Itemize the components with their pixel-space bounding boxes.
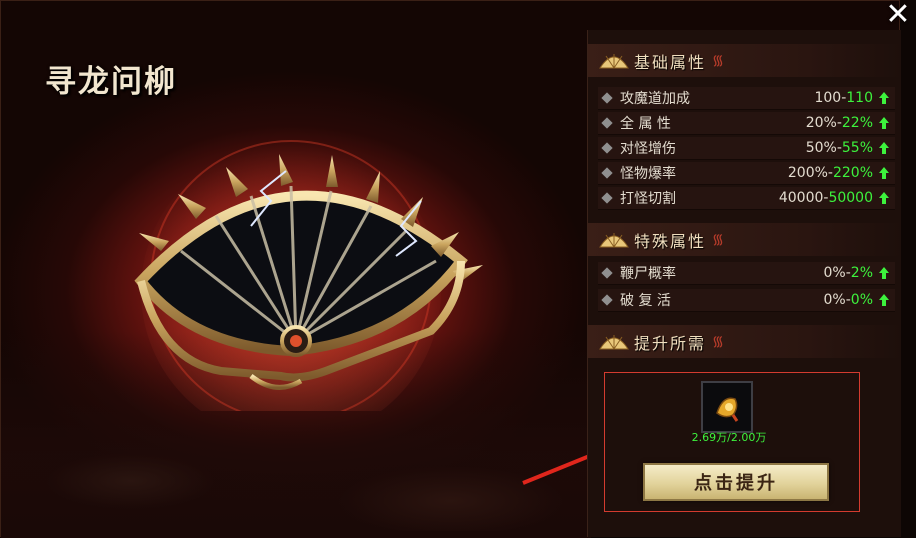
section-title: 基础属性 <box>634 52 707 72</box>
swirl-ornament-icon: ᯾ <box>712 232 724 248</box>
attribute-name: 对怪增伤 <box>620 141 676 157</box>
attribute-row: 鞭尸概率 0%-2% <box>598 262 895 285</box>
bullet-diamond-icon <box>601 267 613 279</box>
arrow-up-icon <box>877 294 891 306</box>
golden-token-item-icon <box>703 383 751 431</box>
requirement-highlight-box: 2.69万/2.00万 点击提升 <box>604 372 860 512</box>
bullet-diamond-icon <box>601 294 613 306</box>
requirements-header: 提升所需 ᯾ <box>588 325 901 358</box>
attribute-name: 全 属 性 <box>620 116 671 132</box>
attribute-row: 打怪切割 40000-50000 <box>598 187 895 210</box>
bullet-diamond-icon <box>601 142 613 154</box>
upgrade-button[interactable]: 点击提升 <box>643 463 829 501</box>
attribute-row: 破 复 活 0%-0% <box>598 289 895 312</box>
fan-icon <box>599 334 629 349</box>
close-button[interactable]: ✕ <box>880 0 916 32</box>
arrow-up-icon <box>877 142 891 154</box>
attribute-value: 20%-22% <box>805 115 873 131</box>
swirl-ornament-icon: ᯾ <box>712 53 724 69</box>
attribute-row: 怪物爆率 200%-220% <box>598 162 895 185</box>
attribute-name: 打怪切割 <box>620 191 676 207</box>
special-attributes-header: 特殊属性 ᯾ <box>588 223 901 256</box>
attribute-name: 鞭尸概率 <box>620 266 676 282</box>
base-attributes-header: 基础属性 ᯾ <box>588 44 901 77</box>
attribute-name: 怪物爆率 <box>620 166 676 182</box>
attribute-row: 攻魔道加成 100-110 <box>598 87 895 110</box>
arrow-up-icon <box>877 192 891 204</box>
attribute-value: 50%-55% <box>805 140 873 156</box>
attribute-name: 破 复 活 <box>620 293 671 309</box>
bullet-diamond-icon <box>601 117 613 129</box>
section-title: 提升所需 <box>634 333 707 353</box>
fan-icon <box>599 53 629 68</box>
attribute-row: 对怪增伤 50%-55% <box>598 137 895 160</box>
window-title: 寻龙问柳 <box>45 64 177 100</box>
arrow-up-icon <box>877 92 891 104</box>
bullet-diamond-icon <box>601 192 613 204</box>
item-count: 2.69万/2.00万 <box>691 431 767 444</box>
attribute-panel: 基础属性 ᯾ 攻魔道加成 100-110 全 属 性 20%-22% 对怪增伤 … <box>587 30 901 537</box>
arrow-up-icon <box>877 117 891 129</box>
dragon-fan-artwork <box>134 140 483 411</box>
required-item-slot[interactable] <box>701 381 753 433</box>
arrow-up-icon <box>877 167 891 179</box>
arrow-up-icon <box>877 267 891 279</box>
attribute-row: 全 属 性 20%-22% <box>598 112 895 135</box>
bullet-diamond-icon <box>601 167 613 179</box>
fan-icon <box>599 232 629 247</box>
attribute-value: 0%-2% <box>823 265 873 281</box>
close-icon: ✕ <box>885 0 911 32</box>
section-title: 特殊属性 <box>634 231 707 251</box>
attribute-name: 攻魔道加成 <box>620 91 690 107</box>
bullet-diamond-icon <box>601 92 613 104</box>
swirl-ornament-icon: ᯾ <box>712 334 724 350</box>
attribute-value: 0%-0% <box>823 292 873 308</box>
attribute-value: 40000-50000 <box>778 190 873 206</box>
attribute-value: 200%-220% <box>787 165 873 181</box>
attribute-value: 100-110 <box>814 90 873 106</box>
